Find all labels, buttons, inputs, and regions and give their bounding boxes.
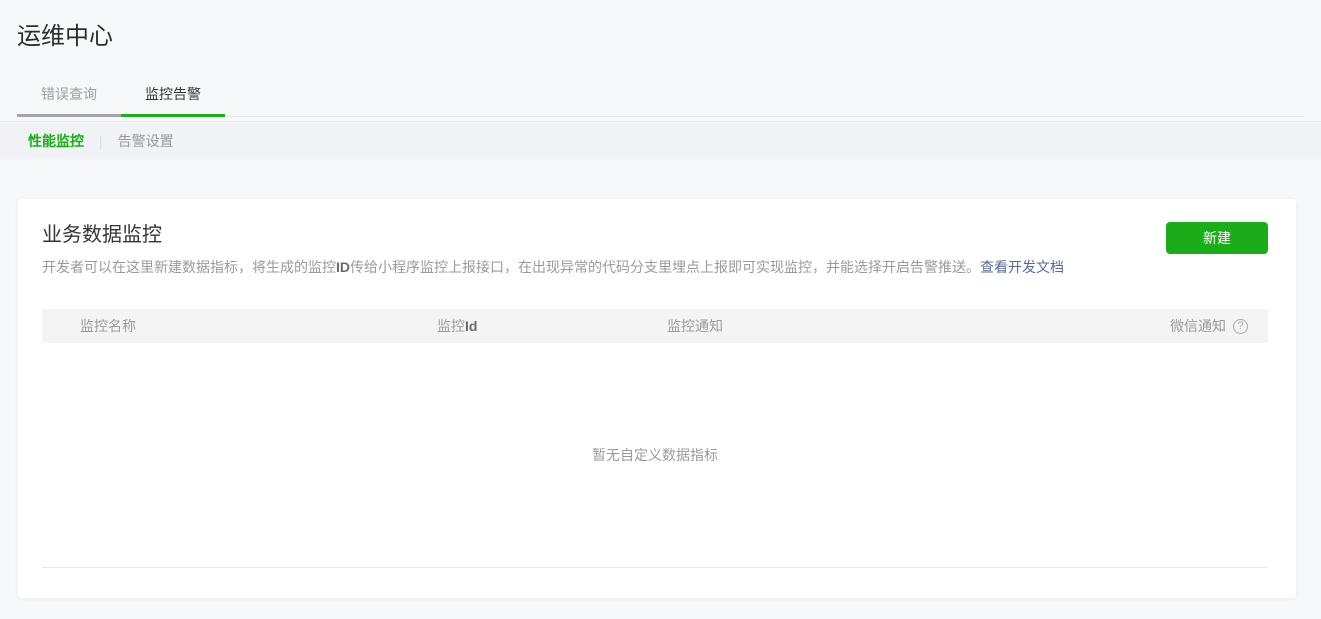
column-header-monitor-id: 监控Id <box>437 316 667 336</box>
empty-state: 暂无自定义数据指标 <box>42 343 1268 567</box>
monitor-table-header: 监控名称 监控Id 监控通知 微信通知 ? <box>42 309 1268 343</box>
column-header-wechat-notify-label: 微信通知 <box>1170 316 1226 336</box>
card-footer-divider <box>42 567 1268 568</box>
sub-navigation: 性能监控 | 告警设置 <box>0 121 1321 159</box>
tab-monitor-alert-label: 监控告警 <box>145 86 201 102</box>
business-data-monitor-card: 业务数据监控 开发者可以在这里新建数据指标，将生成的监控ID传给小程序监控上报接… <box>18 199 1296 598</box>
column-header-monitor-notify: 监控通知 <box>667 316 1170 336</box>
tab-error-query[interactable]: 错误查询 <box>17 75 121 116</box>
column-header-monitor-name: 监控名称 <box>42 316 437 336</box>
subnav-item-performance-monitor[interactable]: 性能监控 <box>28 131 84 151</box>
card-description-part1: 开发者可以在这里新建数据指标，将生成的监控 <box>42 259 336 275</box>
column-header-monitor-id-prefix: 监控 <box>437 318 465 334</box>
card-header-text: 业务数据监控 开发者可以在这里新建数据指标，将生成的监控ID传给小程序监控上报接… <box>42 221 1064 277</box>
column-header-wechat-notify: 微信通知 ? <box>1170 316 1268 336</box>
tab-error-query-label: 错误查询 <box>41 86 97 102</box>
subnav-item-alert-settings[interactable]: 告警设置 <box>118 131 174 151</box>
page-header: 运维中心 错误查询 监控告警 <box>0 0 1321 117</box>
card-description-part2: 传给小程序监控上报接口，在出现异常的代码分支里埋点上报即可实现监控，并能选择开启… <box>350 259 980 275</box>
new-monitor-button[interactable]: 新建 <box>1166 222 1268 254</box>
column-header-monitor-id-bold: Id <box>465 318 477 334</box>
main-content: 业务数据监控 开发者可以在这里新建数据指标，将生成的监控ID传给小程序监控上报接… <box>0 159 1321 598</box>
empty-state-text: 暂无自定义数据指标 <box>592 445 718 465</box>
subnav-divider: | <box>99 133 103 149</box>
card-header: 业务数据监控 开发者可以在这里新建数据指标，将生成的监控ID传给小程序监控上报接… <box>42 221 1268 277</box>
card-description-bold-id: ID <box>336 259 350 275</box>
page-title: 运维中心 <box>17 16 1304 51</box>
view-dev-docs-link[interactable]: 查看开发文档 <box>980 259 1064 275</box>
tab-monitor-alert[interactable]: 监控告警 <box>121 75 225 116</box>
main-tabstrip: 错误查询 监控告警 <box>17 75 1304 117</box>
card-description: 开发者可以在这里新建数据指标，将生成的监控ID传给小程序监控上报接口，在出现异常… <box>42 257 1064 277</box>
help-question-icon[interactable]: ? <box>1233 319 1248 334</box>
card-title: 业务数据监控 <box>42 221 1064 249</box>
